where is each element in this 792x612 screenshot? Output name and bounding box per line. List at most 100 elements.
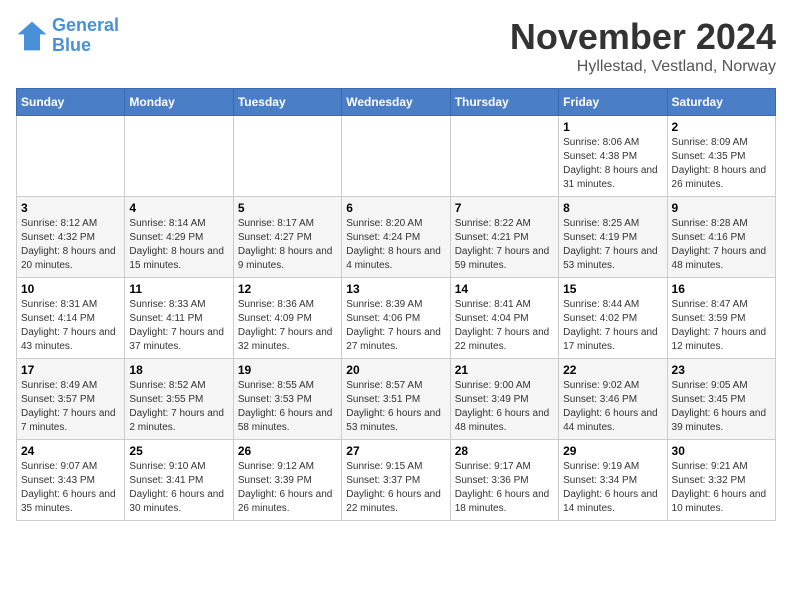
calendar-cell: 18 Sunrise: 8:52 AMSunset: 3:55 PMDayligh… <box>125 359 233 440</box>
calendar-cell: 29 Sunrise: 9:19 AMSunset: 3:34 PMDayligh… <box>559 440 667 521</box>
day-info: Sunrise: 9:17 AMSunset: 3:36 PMDaylight:… <box>455 460 554 516</box>
day-number: 22 <box>563 363 662 377</box>
day-number: 11 <box>129 282 228 296</box>
calendar-cell: 4 Sunrise: 8:14 AMSunset: 4:29 PMDaylight… <box>125 197 233 278</box>
calendar-cell: 8 Sunrise: 8:25 AMSunset: 4:19 PMDaylight… <box>559 197 667 278</box>
day-number: 21 <box>455 363 554 377</box>
month-title: November 2024 <box>510 16 776 58</box>
day-info: Sunrise: 9:07 AMSunset: 3:43 PMDaylight:… <box>21 460 120 516</box>
day-number: 17 <box>21 363 120 377</box>
day-info: Sunrise: 8:28 AMSunset: 4:16 PMDaylight:… <box>672 217 771 273</box>
day-number: 5 <box>238 201 337 215</box>
day-info: Sunrise: 8:12 AMSunset: 4:32 PMDaylight:… <box>21 217 120 273</box>
day-of-week-header: Sunday <box>17 89 125 116</box>
day-number: 7 <box>455 201 554 215</box>
day-number: 1 <box>563 120 662 134</box>
day-info: Sunrise: 9:19 AMSunset: 3:34 PMDaylight:… <box>563 460 662 516</box>
day-info: Sunrise: 9:21 AMSunset: 3:32 PMDaylight:… <box>672 460 771 516</box>
calendar-cell: 23 Sunrise: 9:05 AMSunset: 3:45 PMDayligh… <box>667 359 775 440</box>
calendar-week-row: 3 Sunrise: 8:12 AMSunset: 4:32 PMDaylight… <box>17 197 776 278</box>
day-info: Sunrise: 8:41 AMSunset: 4:04 PMDaylight:… <box>455 298 554 354</box>
calendar-cell: 9 Sunrise: 8:28 AMSunset: 4:16 PMDaylight… <box>667 197 775 278</box>
calendar-week-row: 24 Sunrise: 9:07 AMSunset: 3:43 PMDayligh… <box>17 440 776 521</box>
day-info: Sunrise: 8:44 AMSunset: 4:02 PMDaylight:… <box>563 298 662 354</box>
calendar-cell: 19 Sunrise: 8:55 AMSunset: 3:53 PMDayligh… <box>233 359 341 440</box>
day-info: Sunrise: 8:09 AMSunset: 4:35 PMDaylight:… <box>672 136 771 192</box>
logo-text: General Blue <box>52 16 119 56</box>
calendar-cell <box>342 116 450 197</box>
calendar-cell: 12 Sunrise: 8:36 AMSunset: 4:09 PMDayligh… <box>233 278 341 359</box>
day-info: Sunrise: 9:00 AMSunset: 3:49 PMDaylight:… <box>455 379 554 435</box>
day-info: Sunrise: 8:33 AMSunset: 4:11 PMDaylight:… <box>129 298 228 354</box>
calendar-cell <box>233 116 341 197</box>
calendar-cell: 22 Sunrise: 9:02 AMSunset: 3:46 PMDayligh… <box>559 359 667 440</box>
page-header: General Blue November 2024 Hyllestad, Ve… <box>16 16 776 76</box>
day-number: 3 <box>21 201 120 215</box>
day-of-week-header: Monday <box>125 89 233 116</box>
day-number: 20 <box>346 363 445 377</box>
calendar-cell <box>450 116 558 197</box>
day-number: 29 <box>563 444 662 458</box>
calendar-cell: 25Sunrise: 9:10 AMSunset: 3:41 PMDayligh… <box>125 440 233 521</box>
day-number: 8 <box>563 201 662 215</box>
day-info: Sunrise: 8:49 AMSunset: 3:57 PMDaylight:… <box>21 379 120 435</box>
calendar-cell: 30 Sunrise: 9:21 AMSunset: 3:32 PMDayligh… <box>667 440 775 521</box>
logo-line2: Blue <box>52 35 91 55</box>
calendar-cell: 20 Sunrise: 8:57 AMSunset: 3:51 PMDayligh… <box>342 359 450 440</box>
day-number: 23 <box>672 363 771 377</box>
day-info: Sunrise: 8:17 AMSunset: 4:27 PMDaylight:… <box>238 217 337 273</box>
day-number: 18 <box>129 363 228 377</box>
logo-icon <box>16 20 48 52</box>
calendar-cell: 6 Sunrise: 8:20 AMSunset: 4:24 PMDaylight… <box>342 197 450 278</box>
day-info: Sunrise: 8:57 AMSunset: 3:51 PMDaylight:… <box>346 379 445 435</box>
day-of-week-header: Friday <box>559 89 667 116</box>
day-number: 6 <box>346 201 445 215</box>
calendar-cell: 21 Sunrise: 9:00 AMSunset: 3:49 PMDayligh… <box>450 359 558 440</box>
day-number: 28 <box>455 444 554 458</box>
day-number: 9 <box>672 201 771 215</box>
day-number: 24 <box>21 444 120 458</box>
calendar-cell: 14 Sunrise: 8:41 AMSunset: 4:04 PMDayligh… <box>450 278 558 359</box>
calendar-cell: 27 Sunrise: 9:15 AMSunset: 3:37 PMDayligh… <box>342 440 450 521</box>
calendar-cell: 24 Sunrise: 9:07 AMSunset: 3:43 PMDayligh… <box>17 440 125 521</box>
title-block: November 2024 Hyllestad, Vestland, Norwa… <box>510 16 776 76</box>
calendar-cell: 5 Sunrise: 8:17 AMSunset: 4:27 PMDaylight… <box>233 197 341 278</box>
logo: General Blue <box>16 16 119 56</box>
calendar-cell: 11 Sunrise: 8:33 AMSunset: 4:11 PMDayligh… <box>125 278 233 359</box>
calendar-table: SundayMondayTuesdayWednesdayThursdayFrid… <box>16 88 776 521</box>
day-info: Sunrise: 8:47 AMSunset: 3:59 PMDaylight:… <box>672 298 771 354</box>
day-info: Sunrise: 8:20 AMSunset: 4:24 PMDaylight:… <box>346 217 445 273</box>
day-info: Sunrise: 8:55 AMSunset: 3:53 PMDaylight:… <box>238 379 337 435</box>
calendar-cell: 15 Sunrise: 8:44 AMSunset: 4:02 PMDayligh… <box>559 278 667 359</box>
logo-line1: General <box>52 15 119 35</box>
day-number: 25 <box>129 444 228 458</box>
calendar-cell: 28 Sunrise: 9:17 AMSunset: 3:36 PMDayligh… <box>450 440 558 521</box>
day-number: 15 <box>563 282 662 296</box>
day-info: Sunrise: 8:39 AMSunset: 4:06 PMDaylight:… <box>346 298 445 354</box>
day-number: 27 <box>346 444 445 458</box>
day-info: Sunrise: 8:36 AMSunset: 4:09 PMDaylight:… <box>238 298 337 354</box>
calendar-header-row: SundayMondayTuesdayWednesdayThursdayFrid… <box>17 89 776 116</box>
calendar-cell: 13Sunrise: 8:39 AMSunset: 4:06 PMDayligh… <box>342 278 450 359</box>
day-info: Sunrise: 8:31 AMSunset: 4:14 PMDaylight:… <box>21 298 120 354</box>
calendar-cell: 7Sunrise: 8:22 AMSunset: 4:21 PMDaylight… <box>450 197 558 278</box>
day-number: 4 <box>129 201 228 215</box>
day-info: Sunrise: 9:15 AMSunset: 3:37 PMDaylight:… <box>346 460 445 516</box>
calendar-week-row: 10 Sunrise: 8:31 AMSunset: 4:14 PMDayligh… <box>17 278 776 359</box>
day-number: 10 <box>21 282 120 296</box>
day-info: Sunrise: 8:06 AMSunset: 4:38 PMDaylight:… <box>563 136 662 192</box>
day-info: Sunrise: 9:02 AMSunset: 3:46 PMDaylight:… <box>563 379 662 435</box>
day-number: 14 <box>455 282 554 296</box>
day-number: 2 <box>672 120 771 134</box>
location-title: Hyllestad, Vestland, Norway <box>510 58 776 76</box>
day-number: 19 <box>238 363 337 377</box>
day-info: Sunrise: 8:52 AMSunset: 3:55 PMDaylight:… <box>129 379 228 435</box>
day-number: 30 <box>672 444 771 458</box>
day-info: Sunrise: 8:14 AMSunset: 4:29 PMDaylight:… <box>129 217 228 273</box>
day-info: Sunrise: 8:25 AMSunset: 4:19 PMDaylight:… <box>563 217 662 273</box>
calendar-cell: 2 Sunrise: 8:09 AMSunset: 4:35 PMDaylight… <box>667 116 775 197</box>
day-info: Sunrise: 9:05 AMSunset: 3:45 PMDaylight:… <box>672 379 771 435</box>
calendar-cell: 16Sunrise: 8:47 AMSunset: 3:59 PMDayligh… <box>667 278 775 359</box>
day-number: 12 <box>238 282 337 296</box>
calendar-cell: 26Sunrise: 9:12 AMSunset: 3:39 PMDayligh… <box>233 440 341 521</box>
